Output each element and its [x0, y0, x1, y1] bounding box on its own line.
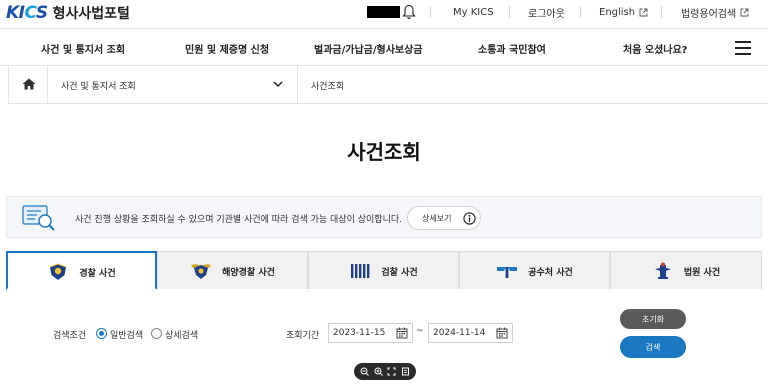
breadcrumb-home[interactable] — [8, 66, 48, 103]
coast-guard-emblem-icon — [191, 264, 212, 279]
period-label: 조회기간 — [286, 331, 320, 341]
date-from-value: 2023-11-15 — [333, 328, 386, 338]
general-search-radio[interactable] — [96, 328, 107, 339]
english-link[interactable]: English — [599, 0, 648, 24]
document-search-icon — [22, 205, 55, 231]
util-divider — [509, 6, 510, 18]
hamburger-icon[interactable] — [735, 41, 751, 55]
site-logo[interactable]: KICS 형사사법포털 — [6, 3, 130, 23]
reset-button[interactable]: 초기화 — [620, 309, 686, 329]
tab-coast-guard[interactable]: 해양경찰 사건 — [157, 251, 308, 289]
external-link-icon — [740, 8, 749, 16]
breadcrumb-level1-label: 사건 및 통지서 조회 — [61, 82, 136, 92]
date-range-separator: ~ — [416, 326, 424, 336]
external-link-icon — [639, 8, 648, 16]
site-title: 형사사법포털 — [52, 6, 130, 22]
date-to-field[interactable]: 2024-11-14 — [428, 323, 513, 343]
police-emblem-icon — [50, 263, 67, 280]
zoom-out-icon[interactable] — [360, 367, 370, 376]
breadcrumb-level2-label: 사건조회 — [311, 82, 345, 92]
english-label: English — [599, 6, 636, 18]
util-divider — [430, 6, 431, 18]
breadcrumb-level1-dropdown[interactable]: 사건 및 통지서 조회 — [48, 66, 298, 103]
util-divider — [580, 6, 581, 18]
zoom-in-icon[interactable] — [374, 367, 383, 376]
nav-civil-certificate[interactable]: 민원 및 제증명 신청 — [185, 41, 269, 56]
general-search-label[interactable]: 일반검색 — [110, 328, 143, 341]
tab-court-label: 법원 사건 — [683, 267, 721, 278]
tab-police[interactable]: 경찰 사건 — [6, 251, 157, 290]
date-from-field[interactable]: 2023-11-15 — [328, 323, 413, 343]
notice-box: 사건 진행 상황을 조회하실 수 있으며 기관별 사건에 따라 검색 가능 대상… — [6, 196, 762, 238]
top-bar: KICS 형사사법포털 My KICS 로그아웃 English 법령용어검색 — [0, 0, 768, 28]
info-circle-icon — [463, 212, 476, 225]
breadcrumb-level2-dropdown[interactable]: 사건조회 — [298, 66, 498, 103]
util-divider — [661, 6, 662, 18]
redacted-user-name — [367, 6, 400, 18]
logout-label: 로그아웃 — [528, 8, 565, 20]
calendar-icon[interactable] — [396, 327, 408, 339]
prosecution-emblem-icon — [351, 264, 370, 278]
main-navigation: 사건 및 통지서 조회 민원 및 제증명 신청 벌과금/가납금/형사보상금 소통… — [0, 28, 768, 66]
bell-icon[interactable] — [402, 4, 416, 20]
tab-cio-label: 공수처 사건 — [528, 267, 573, 278]
nav-communication[interactable]: 소통과 국민참여 — [478, 41, 546, 56]
tab-prosecution-label: 검찰 사건 — [381, 267, 418, 278]
fullscreen-icon[interactable] — [387, 367, 396, 376]
detailed-search-label[interactable]: 상세검색 — [165, 328, 198, 341]
search-button-label: 검색 — [645, 343, 661, 352]
my-kics-link[interactable]: My KICS — [453, 0, 494, 24]
legal-term-search-label: 법령용어검색 — [681, 8, 737, 20]
breadcrumb: 사건 및 통지서 조회 사건조회 — [8, 66, 768, 104]
search-button[interactable]: 검색 — [620, 336, 686, 358]
date-to-value: 2024-11-14 — [433, 328, 486, 338]
nav-fines-compensation[interactable]: 벌과금/가납금/형사보상금 — [314, 41, 423, 56]
calendar-icon[interactable] — [496, 327, 508, 339]
tab-court[interactable]: 법원 사건 — [610, 251, 762, 289]
detail-view-label: 상세보기 — [422, 214, 452, 223]
nav-case-notice-lookup[interactable]: 사건 및 통지서 조회 — [41, 41, 125, 56]
tab-prosecution[interactable]: 검찰 사건 — [308, 251, 459, 289]
tab-cio[interactable]: 공수처 사건 — [459, 251, 610, 289]
reset-button-label: 초기화 — [641, 315, 665, 324]
page-title: 사건조회 — [347, 140, 421, 164]
document-icon[interactable] — [401, 367, 410, 376]
zoom-toolbar — [354, 363, 416, 380]
tab-police-label: 경찰 사건 — [79, 268, 116, 279]
nav-first-visit[interactable]: 처음 오셨나요? — [623, 41, 687, 56]
detailed-search-radio[interactable] — [151, 328, 162, 339]
cio-emblem-icon — [497, 267, 518, 278]
notice-text: 사건 진행 상황을 조회하실 수 있으며 기관별 사건에 따라 검색 가능 대상… — [75, 215, 402, 225]
my-kics-label: My KICS — [453, 6, 494, 18]
logo-kics: KICS — [6, 3, 48, 23]
legal-term-search-link[interactable]: 법령용어검색 — [681, 0, 749, 24]
home-icon — [22, 78, 36, 90]
court-emblem-icon — [654, 262, 671, 279]
agency-tabs: 경찰 사건 해양경찰 사건 검찰 사건 공수처 사건 법원 사건 — [6, 251, 762, 290]
logout-link[interactable]: 로그아웃 — [528, 0, 565, 24]
detail-view-button[interactable]: 상세보기 — [407, 206, 481, 230]
chevron-down-icon — [273, 81, 283, 88]
tab-coast-guard-label: 해양경찰 사건 — [222, 267, 275, 278]
search-condition-label: 검색조건 — [53, 331, 87, 341]
